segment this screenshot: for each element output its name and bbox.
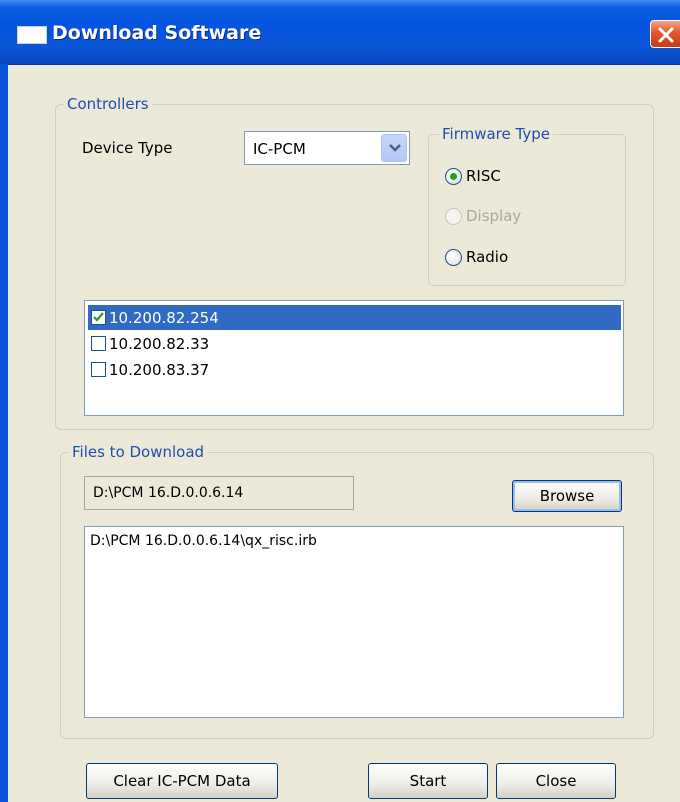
radio-risc-label: RISC <box>466 167 501 185</box>
list-item[interactable]: 10.200.83.37 <box>88 357 621 382</box>
window-title: Download Software <box>52 22 262 44</box>
file-item[interactable]: D:\PCM 16.D.0.0.6.14\qx_risc.irb <box>90 533 317 549</box>
radio-risc-indicator <box>445 167 462 185</box>
device-type-value: IC-PCM <box>253 140 306 158</box>
start-button[interactable]: Start <box>368 763 488 799</box>
radio-display-label: Display <box>466 207 522 225</box>
list-item[interactable]: 10.200.82.33 <box>88 331 621 356</box>
device-type-label: Device Type <box>82 139 173 157</box>
firmware-type-legend: Firmware Type <box>439 125 553 143</box>
checkbox[interactable] <box>91 362 106 377</box>
device-type-select[interactable]: IC-PCM <box>244 131 410 165</box>
window-close-button[interactable] <box>650 20 680 48</box>
title-bar[interactable]: Download Software <box>0 0 680 65</box>
radio-display-indicator <box>445 207 462 225</box>
close-icon <box>658 27 674 43</box>
radio-radio-label: Radio <box>466 248 509 266</box>
browse-button[interactable]: Browse <box>512 480 622 512</box>
radio-radio[interactable]: Radio <box>445 248 508 266</box>
checkbox[interactable] <box>91 310 106 325</box>
ip-address: 10.200.82.33 <box>109 334 210 353</box>
radio-radio-indicator <box>445 248 462 266</box>
ip-address: 10.200.83.37 <box>109 360 210 379</box>
close-button[interactable]: Close <box>496 763 616 799</box>
files-list[interactable]: D:\PCM 16.D.0.0.6.14\qx_risc.irb <box>84 526 624 718</box>
checkmark-icon <box>93 312 104 322</box>
device-type-dropdown-button[interactable] <box>381 134 407 162</box>
radio-display: Display <box>445 207 521 225</box>
download-path-value: D:\PCM 16.D.0.0.6.14 <box>93 485 244 501</box>
ip-address: 10.200.82.254 <box>109 308 219 327</box>
list-item[interactable]: 10.200.82.254 <box>88 305 621 330</box>
download-path-field: D:\PCM 16.D.0.0.6.14 <box>84 476 354 510</box>
controller-ip-list[interactable]: 10.200.82.254 10.200.82.33 10.200.83.37 <box>84 300 624 416</box>
chevron-down-icon <box>389 144 401 152</box>
files-legend: Files to Download <box>69 443 208 461</box>
radio-risc[interactable]: RISC <box>445 167 501 185</box>
clear-ic-pcm-data-button[interactable]: Clear IC-PCM Data <box>86 763 278 799</box>
window-frame-left <box>0 64 8 802</box>
controllers-legend: Controllers <box>64 95 152 113</box>
window-icon <box>17 26 47 44</box>
checkbox[interactable] <box>91 336 106 351</box>
